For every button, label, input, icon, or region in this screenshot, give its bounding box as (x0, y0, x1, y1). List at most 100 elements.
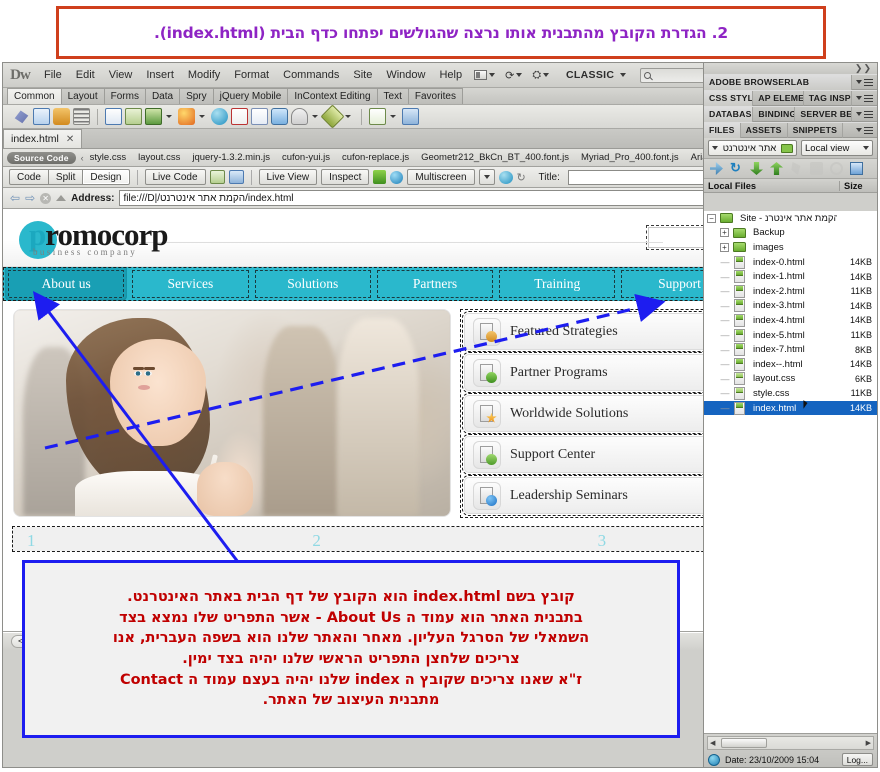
menu-modify[interactable]: Modify (181, 63, 227, 87)
panel-options-menu[interactable] (852, 93, 877, 103)
get-files-icon[interactable] (750, 162, 763, 175)
menu-commands[interactable]: Commands (276, 63, 346, 87)
insert-tab-layout[interactable]: Layout (60, 88, 105, 104)
live-code-button[interactable]: Live Code (144, 169, 206, 185)
view-select-dropdown[interactable]: Local view (801, 140, 873, 156)
nav-item-about-us[interactable]: About us (5, 267, 128, 301)
table-row[interactable]: — style.css 11KB (704, 386, 877, 401)
table-row[interactable]: — layout.css 6KB (704, 372, 877, 387)
server-side-include-icon[interactable] (251, 108, 268, 125)
inspect-button[interactable]: Inspect (321, 169, 370, 185)
related-file-layout-css[interactable]: layout.css (132, 152, 186, 163)
panel-options-menu[interactable] (852, 109, 877, 119)
insert-tab-common[interactable]: Common (7, 88, 62, 104)
insert-tab-data[interactable]: Data (144, 88, 181, 104)
panel-tab-files[interactable]: FILES (704, 122, 741, 138)
panel-collapse-grip[interactable]: ❯❯ (704, 63, 877, 74)
preview-in-browser-icon[interactable] (498, 170, 513, 184)
menu-insert[interactable]: Insert (139, 63, 181, 87)
workspace-switcher[interactable]: CLASSIC (558, 69, 634, 81)
flash-icon[interactable] (178, 108, 195, 125)
back-arrow-icon[interactable]: ⇦ (10, 191, 20, 205)
validate-icon[interactable] (228, 170, 244, 184)
related-file-jquery[interactable]: jquery-1.3.2.min.js (186, 152, 276, 163)
menu-site[interactable]: Site (346, 63, 379, 87)
forward-arrow-icon[interactable]: ⇨ (25, 191, 35, 205)
document-tab-index-html[interactable]: index.html ✕ (3, 129, 83, 148)
media-icon[interactable] (145, 108, 162, 125)
head-tag-icon[interactable] (291, 108, 308, 125)
related-file-style-css[interactable]: style.css (84, 152, 132, 163)
table-row[interactable]: — index-1.html 14KB (704, 269, 877, 284)
script-icon[interactable] (320, 104, 345, 129)
related-file-myriad-pro[interactable]: Myriad_Pro_400.font.js (575, 152, 685, 163)
refresh-design-view-icon[interactable] (209, 170, 225, 184)
site-setup-button[interactable]: ⛭ (527, 65, 554, 85)
table-row[interactable]: — index-4.html 14KB (704, 313, 877, 328)
nav-item-solutions[interactable]: Solutions (252, 267, 374, 301)
check-browser-icon[interactable] (390, 170, 404, 184)
panel-tab-adobe-browserlab[interactable]: ADOBE BROWSERLAB (704, 74, 852, 90)
panel-tab-css-styles[interactable]: CSS STYLES (704, 90, 754, 106)
live-view-button[interactable]: Live View (258, 169, 318, 185)
menu-edit[interactable]: Edit (69, 63, 102, 87)
horizontal-rule-icon[interactable] (73, 108, 90, 125)
panel-tab-assets[interactable]: ASSETS (741, 122, 788, 138)
site-select-dropdown[interactable]: אתר אינטרנט (708, 140, 797, 156)
refresh-icon[interactable]: ↻ (517, 171, 529, 184)
chevron-down-icon[interactable] (390, 115, 396, 118)
named-anchor-icon[interactable] (53, 108, 70, 125)
insert-tab-text[interactable]: Text (376, 88, 409, 104)
comment-icon[interactable] (271, 108, 288, 125)
related-file-cufon-yui[interactable]: cufon-yui.js (276, 152, 336, 163)
multiscreen-button[interactable]: Multiscreen (407, 169, 475, 185)
column-header-local-files[interactable]: Local Files (704, 181, 839, 191)
log-button[interactable]: Log... (841, 753, 873, 766)
chevron-down-icon[interactable] (166, 115, 172, 118)
refresh-icon[interactable]: ↻ (730, 161, 743, 175)
files-list[interactable]: − Site - הקמת אתר אינטרנ... + Backup + imag… (704, 211, 877, 733)
table-row-selected[interactable]: — index.html 14KB (704, 399, 877, 416)
menu-view[interactable]: View (102, 63, 140, 87)
connect-icon[interactable] (710, 162, 723, 175)
image-icon[interactable] (125, 108, 142, 125)
table-row[interactable]: + images (704, 240, 877, 255)
tag-chooser-icon[interactable] (402, 108, 419, 125)
layout-switcher-button[interactable] (469, 65, 500, 85)
table-icon[interactable] (105, 108, 122, 125)
panel-options-menu[interactable] (852, 125, 877, 135)
menu-file[interactable]: File (37, 63, 69, 87)
panel-tab-bindings[interactable]: BINDINGS (753, 106, 796, 122)
table-row[interactable]: − Site - הקמת אתר אינטרנ... (704, 211, 877, 226)
date-icon[interactable] (231, 108, 248, 125)
insert-tab-forms[interactable]: Forms (103, 88, 146, 104)
hyperlink-icon[interactable] (14, 110, 29, 124)
insert-tab-spry[interactable]: Spry (179, 88, 214, 104)
table-row[interactable]: — index-5.html 11KB (704, 328, 877, 343)
website-logo[interactable]: promocorp business company (17, 219, 169, 259)
insert-tab-incontext-editing[interactable]: InContext Editing (287, 88, 378, 104)
menu-window[interactable]: Window (379, 63, 432, 87)
related-files-source-code-chip[interactable]: Source Code (7, 151, 76, 164)
put-files-icon[interactable] (770, 162, 783, 175)
nav-item-partners[interactable]: Partners (374, 267, 496, 301)
home-icon[interactable] (56, 195, 67, 201)
panel-tab-tag-inspector[interactable]: TAG INSPEC (804, 90, 852, 106)
panel-options-menu[interactable] (852, 77, 877, 87)
panel-tab-snippets[interactable]: SNIPPETS (788, 122, 844, 138)
stop-icon[interactable]: ✕ (40, 192, 52, 204)
widget-icon[interactable] (211, 108, 228, 125)
chevron-down-icon[interactable] (312, 115, 318, 118)
table-row[interactable]: — index-7.html 8KB (704, 342, 877, 357)
design-view-button[interactable]: Design (82, 169, 130, 185)
related-file-geometr212[interactable]: Geometr212_BkCn_BT_400.font.js (415, 152, 575, 163)
collapse-icon[interactable]: − (707, 213, 716, 223)
column-header-size[interactable]: Size (839, 180, 877, 191)
expand-panel-icon[interactable] (850, 162, 863, 175)
table-row[interactable]: — index-0.html 14KB (704, 255, 877, 270)
page-title-input[interactable] (567, 169, 716, 185)
nav-item-training[interactable]: Training (496, 267, 618, 301)
panel-tab-server-behaviors[interactable]: SERVER BEHA (795, 106, 852, 122)
multiscreen-dropdown[interactable] (478, 169, 495, 185)
templates-icon[interactable] (369, 108, 386, 125)
